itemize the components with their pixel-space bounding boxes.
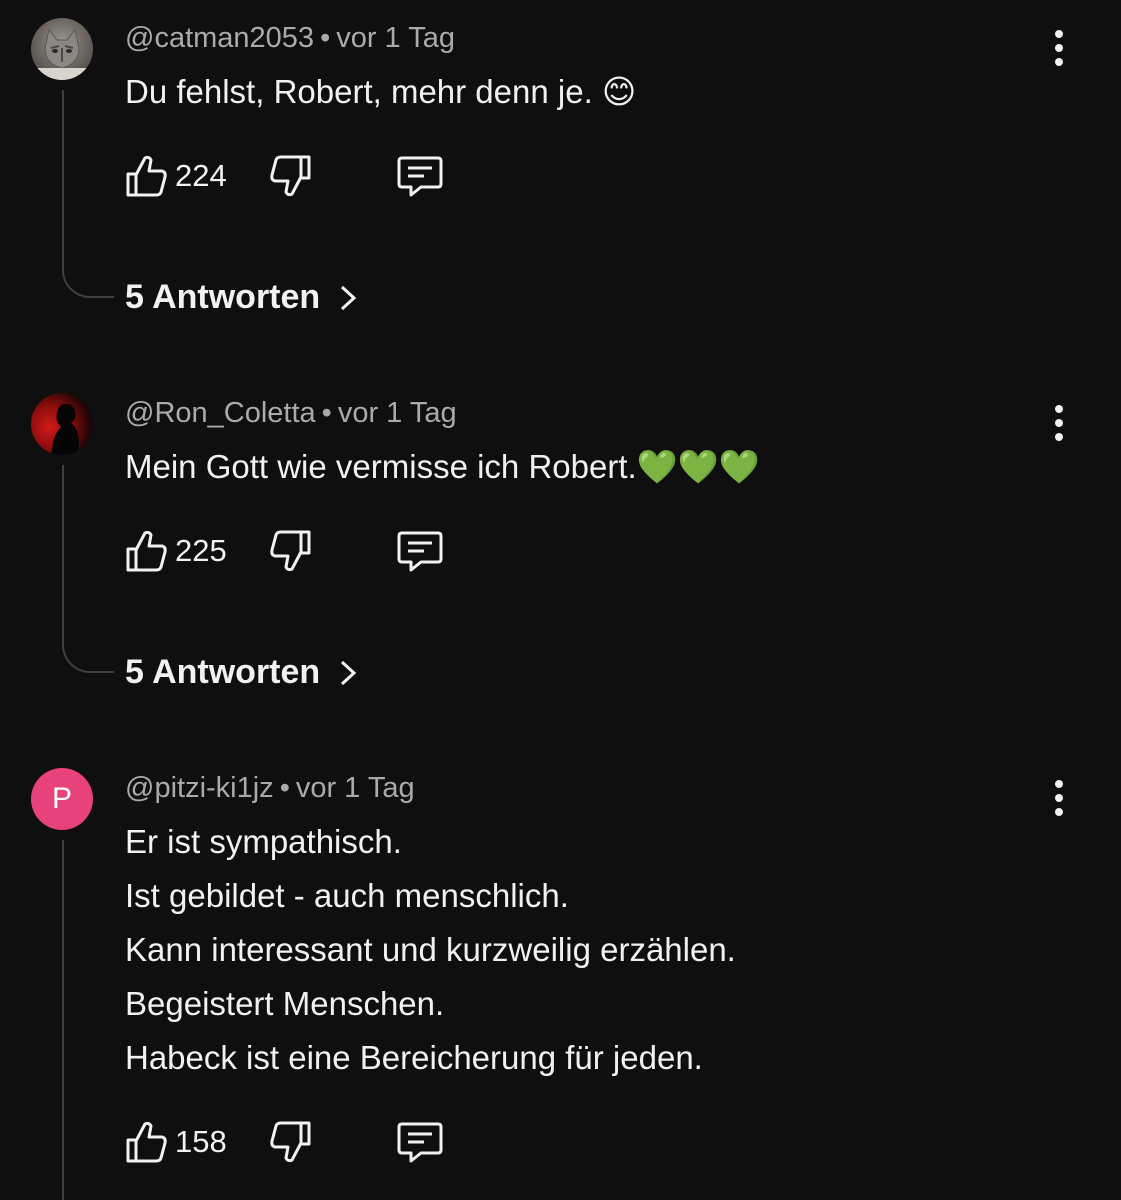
avatar[interactable] [31,18,93,80]
silhouette-avatar-icon [51,403,79,455]
comment-card: @Ron_Coletta • vor 1 Tag Mein Gott wie ver… [0,375,1121,735]
thumbs-up-icon [126,1121,167,1163]
comment-text: Mein Gott wie vermisse ich Robert.💚💚💚 [125,440,760,494]
comment-time: vor 1 Tag [337,397,457,429]
replies-label: 5 Antworten [125,278,321,316]
comment-actions: 225 [125,527,465,575]
comment-time: vor 1 Tag [295,772,415,804]
reply-button[interactable] [397,527,443,575]
comment-text: Er ist sympathisch. Ist gebildet - auch … [125,815,736,1085]
reply-button[interactable] [397,1118,443,1166]
comment-meta: @catman2053 • vor 1 Tag [125,22,455,55]
thread-line [62,840,114,1200]
more-vert-icon [1055,30,1063,66]
comment-line: Mein Gott wie vermisse ich Robert.💚💚💚 [125,448,760,485]
dislike-button[interactable] [270,527,312,575]
meta-separator: • [321,397,332,429]
meta-separator: • [320,22,331,54]
comment-bubble-icon [397,1122,443,1163]
avatar[interactable] [31,393,93,455]
thumbs-up-icon [126,155,167,197]
comment-time: vor 1 Tag [336,22,455,54]
thread-line [62,90,114,298]
avatar-letter: P [51,782,72,815]
replies-link[interactable]: 5 Antworten [125,278,360,317]
thumbs-down-icon [270,530,311,572]
like-button[interactable]: 224 [125,152,227,200]
comment-meta: @Ron_Coletta • vor 1 Tag [125,397,457,430]
more-vert-icon [1055,780,1063,816]
more-options-button[interactable] [1046,404,1072,444]
chevron-right-icon [341,660,357,685]
author-handle[interactable]: @pitzi-ki1jz [125,772,274,804]
avatar[interactable]: P [31,768,93,830]
thumbs-down-icon [270,155,311,197]
comment-line: Ist gebildet - auch menschlich. [125,877,569,914]
dislike-button[interactable] [270,152,312,200]
dislike-button[interactable] [270,1118,312,1166]
meta-separator: • [279,772,290,804]
like-button[interactable]: 225 [125,527,227,575]
more-options-button[interactable] [1046,29,1072,69]
comment-actions: 158 [125,1118,465,1166]
comment-line: Habeck ist eine Bereicherung für jeden. [125,1039,703,1076]
comment-actions: 224 [125,152,465,200]
thumbs-up-icon [126,530,167,572]
comment-line: Er ist sympathisch. [125,823,402,860]
replies-link[interactable]: 5 Antworten [125,653,360,692]
chevron-right-icon [341,285,357,310]
replies-label: 5 Antworten [125,653,321,691]
comment-bubble-icon [397,156,443,197]
comment-card: P @pitzi-ki1jz • vor 1 Tag Er ist sympathi… [0,750,1121,1200]
like-count: 225 [175,533,227,568]
comment-line: Kann interessant und kurzweilig erzählen… [125,931,736,968]
reply-button[interactable] [397,152,443,200]
like-count: 158 [175,1124,227,1159]
cat-avatar-icon [31,28,93,80]
thumbs-down-icon [270,1121,311,1163]
comment-line: Du fehlst, Robert, mehr denn je. 😊 [125,73,637,110]
comment-line: Begeistert Menschen. [125,985,445,1022]
comment-text: Du fehlst, Robert, mehr denn je. 😊 [125,65,636,119]
comment-meta: @pitzi-ki1jz • vor 1 Tag [125,772,415,805]
author-handle[interactable]: @catman2053 [125,22,314,54]
more-vert-icon [1055,405,1063,441]
like-button[interactable]: 158 [125,1118,227,1166]
author-handle[interactable]: @Ron_Coletta [125,397,316,429]
like-count: 224 [175,158,227,193]
comment-card: @catman2053 • vor 1 Tag Du fehlst, Robert,… [0,0,1121,360]
more-options-button[interactable] [1046,779,1072,819]
comment-bubble-icon [397,531,443,572]
thread-line [62,465,114,673]
